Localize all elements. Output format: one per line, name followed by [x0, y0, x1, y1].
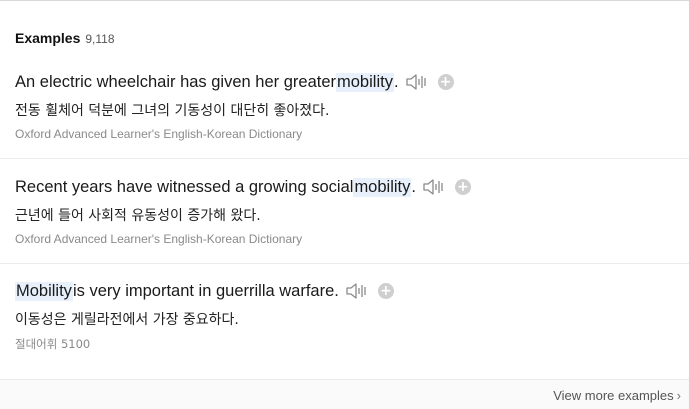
view-more-examples-link[interactable]: View more examples ›: [553, 388, 681, 403]
speaker-icon[interactable]: [345, 281, 369, 301]
examples-count: 9,118: [85, 32, 115, 46]
highlighted-word[interactable]: mobility: [353, 177, 412, 197]
view-more-label: View more examples: [553, 388, 674, 403]
example-source[interactable]: 절대어휘 5100: [15, 336, 90, 352]
example-source[interactable]: Oxford Advanced Learner's English-Korean…: [15, 232, 302, 246]
example-item: Recent years have witnessed a growing so…: [0, 168, 689, 264]
examples-title: Examples: [15, 30, 81, 46]
examples-panel: Examples 9,118 An electric wheelchair ha…: [0, 0, 689, 409]
examples-footer: View more examples ›: [0, 379, 689, 409]
speaker-icon[interactable]: [422, 177, 446, 197]
sentence-text: is very important in guerrilla warfare.: [72, 281, 339, 300]
add-circle-icon[interactable]: +: [377, 283, 394, 299]
example-sentence-ko: 전동 휠체어 덕분에 그녀의 기동성이 대단히 좋아졌다.: [15, 103, 330, 119]
add-circle-icon[interactable]: +: [454, 179, 471, 195]
highlighted-word[interactable]: Mobility: [15, 281, 73, 301]
example-sentence-en: Mobility is very important in guerrilla …: [15, 281, 394, 301]
example-sentence-ko: 이동성은 게릴라전에서 가장 중요하다.: [15, 312, 239, 328]
sentence-text: Recent years have witnessed a growing so…: [15, 177, 354, 196]
example-sentence-en: Recent years have witnessed a growing so…: [15, 177, 471, 197]
chevron-right-icon: ›: [676, 388, 681, 403]
example-item: Mobility is very important in guerrilla …: [0, 272, 689, 368]
add-circle-icon[interactable]: +: [437, 74, 454, 90]
example-source[interactable]: Oxford Advanced Learner's English-Korean…: [15, 127, 302, 141]
example-sentence-en: An electric wheelchair has given her gre…: [15, 72, 454, 92]
example-item: An electric wheelchair has given her gre…: [0, 63, 689, 159]
sentence-text: An electric wheelchair has given her gre…: [15, 72, 337, 91]
example-sentence-ko: 근년에 들어 사회적 유동성이 증가해 왔다.: [15, 208, 261, 224]
speaker-icon[interactable]: [405, 72, 429, 92]
sentence-text: .: [393, 72, 399, 91]
examples-header: Examples 9,118: [15, 30, 115, 46]
highlighted-word[interactable]: mobility: [336, 72, 394, 92]
sentence-text: .: [411, 177, 416, 196]
